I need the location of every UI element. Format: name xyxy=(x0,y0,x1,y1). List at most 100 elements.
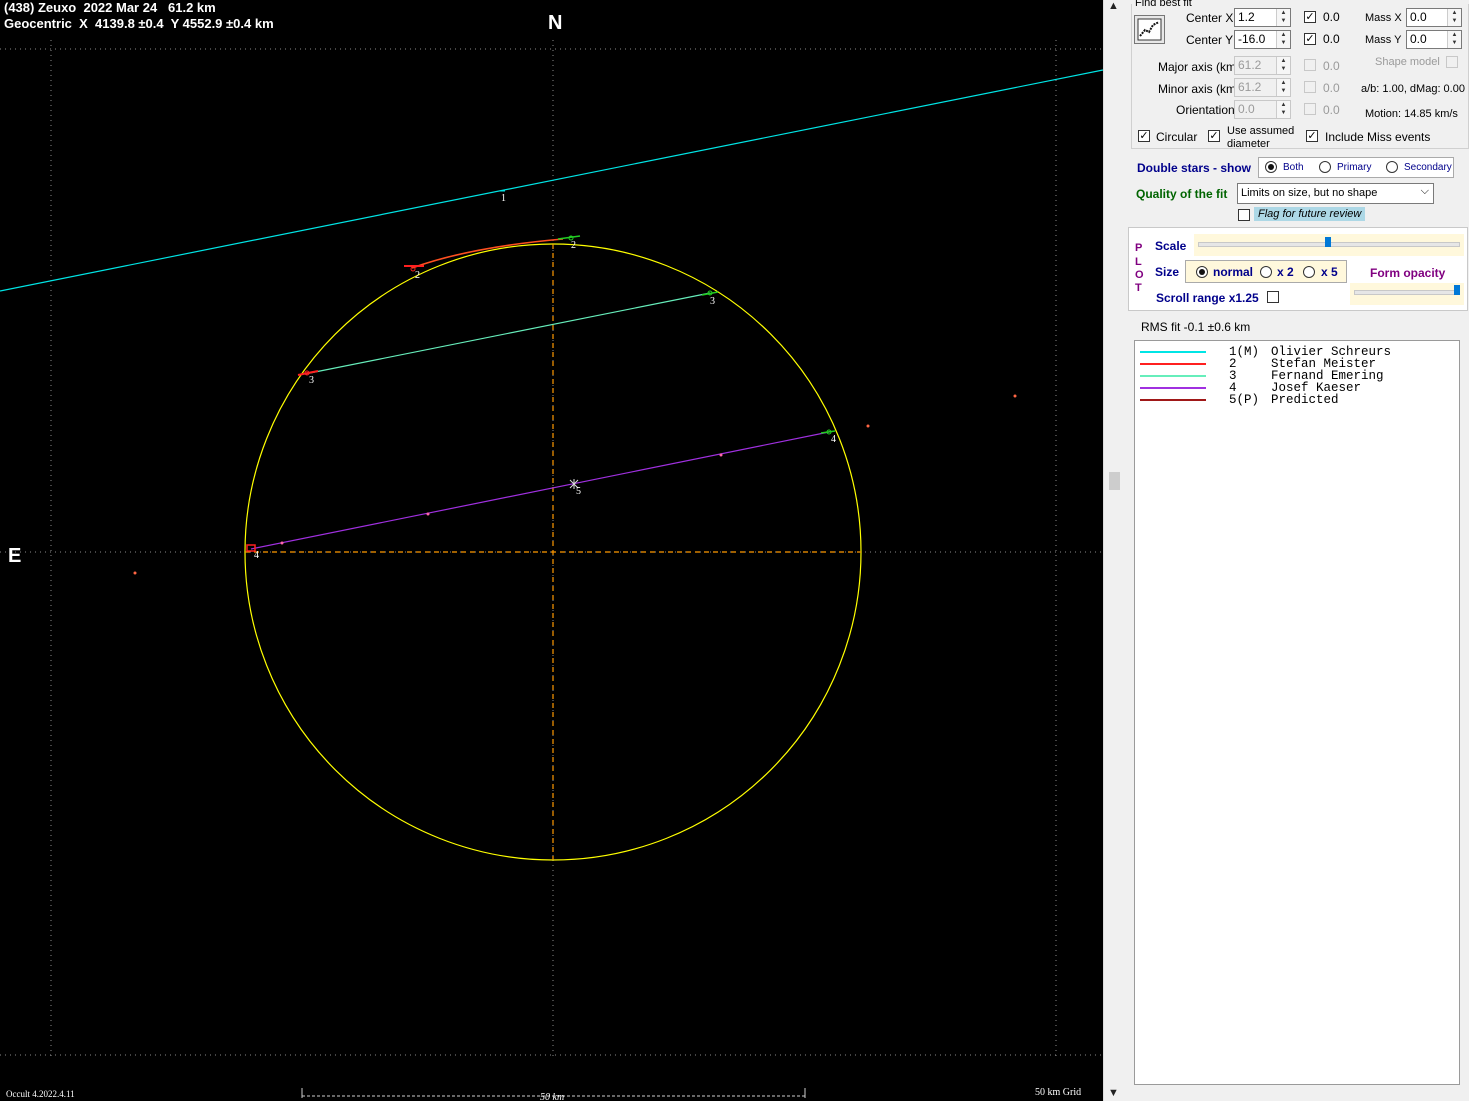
include-miss-label: Include Miss events xyxy=(1325,130,1431,144)
version-label: Occult 4.2022.4.11 xyxy=(6,1089,75,1099)
marker xyxy=(866,424,870,428)
shape-model-checkbox[interactable] xyxy=(1446,56,1458,68)
scale-slider[interactable] xyxy=(1194,234,1464,256)
marker xyxy=(1013,394,1017,398)
chord-label: 2 xyxy=(571,240,576,251)
orientation-check-label: 0.0 xyxy=(1323,103,1340,117)
scroll-range-label: Scroll range x1.25 xyxy=(1156,291,1259,305)
ds-primary-label: Primary xyxy=(1337,162,1372,173)
center-y-input[interactable]: -16.0 ▲ ▼ xyxy=(1234,30,1291,49)
marker xyxy=(820,430,836,434)
chevron-down-icon: ⌵ xyxy=(1420,185,1429,197)
chord-4 xyxy=(250,431,830,550)
scale-label: 50 km xyxy=(540,1092,564,1101)
ds-both-label: Both xyxy=(1283,162,1304,173)
spin-arrows-icon[interactable]: ▲ ▼ xyxy=(1276,79,1290,96)
orientation-label: Orientation xyxy=(1176,103,1235,117)
form-opacity-label: Form opacity xyxy=(1370,266,1446,280)
mass-y-input[interactable]: 0.0 ▲ ▼ xyxy=(1406,30,1462,49)
ds-secondary-radio[interactable] xyxy=(1386,161,1398,173)
motion-text: Motion: 14.85 km/s xyxy=(1365,108,1458,120)
scroll-range-checkbox[interactable] xyxy=(1267,291,1279,303)
minor-axis-input[interactable]: 61.2 ▲ ▼ xyxy=(1234,78,1291,97)
north-label: N xyxy=(548,12,563,34)
legend-row: 5(P) Predicted xyxy=(1135,393,1455,407)
vertical-scrollbar[interactable]: ▲ ▼ xyxy=(1103,0,1126,1101)
size-x5-radio[interactable] xyxy=(1303,266,1315,278)
legend-line xyxy=(1140,387,1206,389)
diameter-label: diameter xyxy=(1227,138,1270,150)
size-x2-label: x 2 xyxy=(1277,265,1294,279)
include-miss-checkbox[interactable]: ✓ xyxy=(1306,130,1318,142)
legend-line xyxy=(1140,375,1206,377)
flag-review-checkbox[interactable] xyxy=(1238,209,1250,221)
major-axis-input[interactable]: 61.2 ▲ ▼ xyxy=(1234,56,1291,75)
occultation-plot[interactable]: 1 2 2 3 3 4 4 5 50 km (438) Zeuxo 2022 M… xyxy=(0,0,1103,1101)
minor-axis-label: Minor axis (km) xyxy=(1158,82,1241,96)
center-x-check-label: 0.0 xyxy=(1323,10,1340,24)
quality-select[interactable]: Limits on size, but no shape ⌵ xyxy=(1237,183,1434,204)
minor-axis-checkbox[interactable] xyxy=(1304,81,1316,93)
opacity-slider-thumb[interactable] xyxy=(1454,285,1460,295)
ds-both-radio[interactable] xyxy=(1265,161,1277,173)
center-x-checkbox[interactable]: ✓ xyxy=(1304,11,1316,23)
scroll-up-icon[interactable]: ▲ xyxy=(1108,0,1119,12)
use-assumed-label: Use assumed xyxy=(1227,125,1295,137)
chord-label: 3 xyxy=(710,296,715,307)
plot-letter: P xyxy=(1135,242,1143,254)
chord-label: 4 xyxy=(831,434,836,445)
ds-primary-radio[interactable] xyxy=(1319,161,1331,173)
rms-fit-text: RMS fit -0.1 ±0.6 km xyxy=(1141,320,1251,334)
scale-slider-thumb[interactable] xyxy=(1325,237,1331,247)
center-x-label: Center X xyxy=(1186,11,1234,25)
mass-x-label: Mass X xyxy=(1365,12,1402,24)
circular-checkbox[interactable]: ✓ xyxy=(1138,130,1150,142)
double-stars-label: Double stars - show xyxy=(1137,161,1252,175)
spin-arrows-icon[interactable]: ▲ ▼ xyxy=(1276,57,1290,74)
spin-arrows-icon[interactable]: ▲ ▼ xyxy=(1447,31,1461,48)
quality-select-value: Limits on size, but no shape xyxy=(1241,187,1378,199)
mass-y-label: Mass Y xyxy=(1365,34,1402,46)
chord-labels: 1 2 2 3 3 4 4 5 xyxy=(254,193,836,561)
marker xyxy=(133,571,137,575)
opacity-slider[interactable] xyxy=(1350,283,1464,305)
mass-x-input[interactable]: 0.0 ▲ ▼ xyxy=(1406,8,1462,27)
spin-arrows-icon[interactable]: ▲ ▼ xyxy=(1276,101,1290,118)
scroll-down-icon[interactable]: ▼ xyxy=(1108,1087,1119,1099)
spin-arrows-icon[interactable]: ▲ ▼ xyxy=(1276,9,1290,26)
legend-num: 5(P) xyxy=(1229,393,1260,407)
find-best-fit-button[interactable] xyxy=(1134,15,1165,44)
grid xyxy=(0,40,1103,1060)
find-best-fit-title: Find best fit xyxy=(1134,0,1193,9)
east-label: E xyxy=(8,545,22,567)
size-x5-label: x 5 xyxy=(1321,265,1338,279)
shape-model-label: Shape model xyxy=(1375,56,1440,68)
chord-label: 3 xyxy=(309,375,314,386)
chord-label: 1 xyxy=(501,193,506,204)
control-panel: Find best fit Center X 1.2 ▲ ▼ ✓ 0.0 Cent… xyxy=(1125,0,1469,1101)
major-axis-checkbox[interactable] xyxy=(1304,59,1316,71)
size-normal-radio[interactable] xyxy=(1196,266,1208,278)
marker xyxy=(719,453,723,457)
chord-2 xyxy=(411,238,564,269)
chord-label: 4 xyxy=(254,550,259,561)
orientation-checkbox[interactable] xyxy=(1304,103,1316,115)
legend-row: 1(M) Olivier Schreurs xyxy=(1135,345,1455,359)
orientation-input[interactable]: 0.0 ▲ ▼ xyxy=(1234,100,1291,119)
legend-line xyxy=(1140,363,1206,365)
size-x2-radio[interactable] xyxy=(1260,266,1272,278)
scroll-thumb[interactable] xyxy=(1109,472,1120,490)
event-title: (438) Zeuxo 2022 Mar 24 61.2 km xyxy=(4,0,216,15)
quality-label: Quality of the fit xyxy=(1136,187,1228,201)
spin-arrows-icon[interactable]: ▲ ▼ xyxy=(1447,9,1461,26)
legend-row: 2 Stefan Meister xyxy=(1135,357,1455,371)
legend-observer: Predicted xyxy=(1271,393,1339,407)
use-assumed-diameter-checkbox[interactable]: ✓ xyxy=(1208,130,1220,142)
center-y-checkbox[interactable]: ✓ xyxy=(1304,33,1316,45)
marker xyxy=(426,512,430,516)
center-x-input[interactable]: 1.2 ▲ ▼ xyxy=(1234,8,1291,27)
legend-row: 3 Fernand Emering xyxy=(1135,369,1455,383)
spin-arrows-icon[interactable]: ▲ ▼ xyxy=(1276,31,1290,48)
ab-dmag-text: a/b: 1.00, dMag: 0.00 xyxy=(1361,83,1465,95)
ds-secondary-label: Secondary xyxy=(1404,162,1452,173)
